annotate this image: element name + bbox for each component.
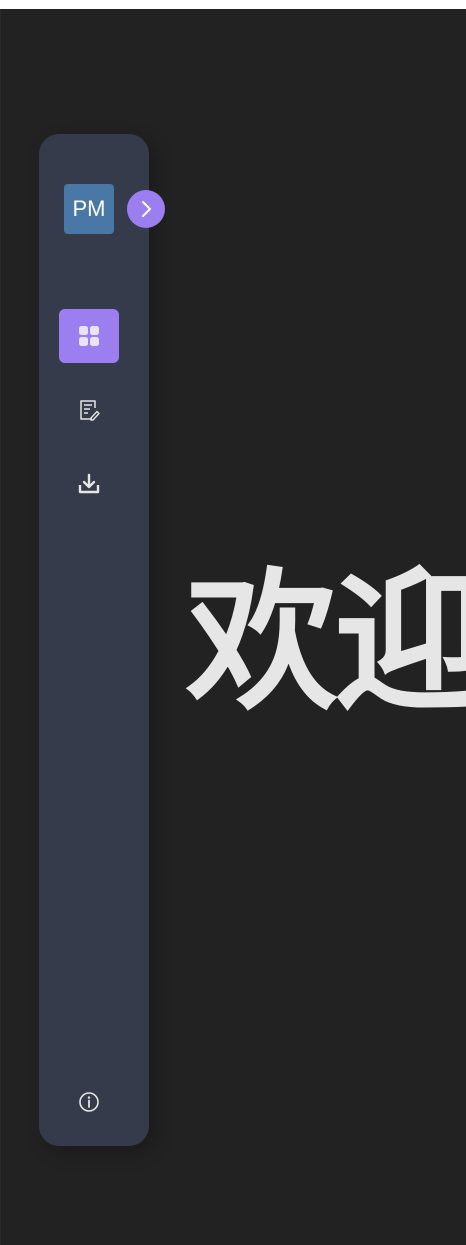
- grid-icon: [79, 326, 99, 346]
- sidebar: [39, 134, 149, 1146]
- sidebar-item-about[interactable]: [59, 1075, 119, 1129]
- sidebar-item-editor[interactable]: [59, 383, 119, 437]
- download-icon: [78, 473, 100, 494]
- sidebar-expand-button[interactable]: [127, 190, 165, 228]
- sidebar-item-dashboard[interactable]: [59, 309, 119, 363]
- sidebar-item-download[interactable]: [59, 457, 119, 511]
- edit-note-icon: [80, 400, 100, 421]
- info-icon: [79, 1092, 99, 1112]
- welcome-heading: 欢迎: [186, 554, 466, 731]
- chevron-right-icon: [142, 201, 151, 217]
- user-avatar[interactable]: PM: [64, 184, 114, 234]
